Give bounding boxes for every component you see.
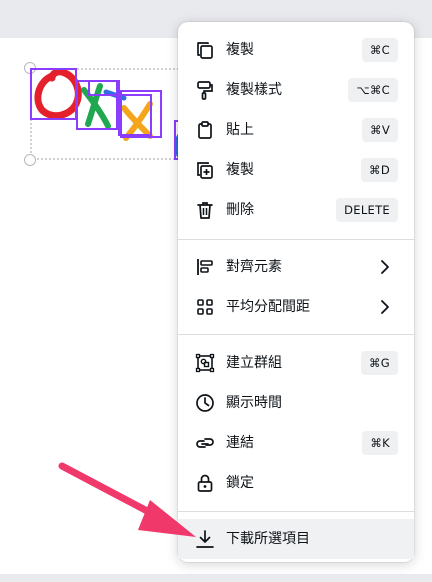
annotation-arrow-icon xyxy=(58,462,196,537)
